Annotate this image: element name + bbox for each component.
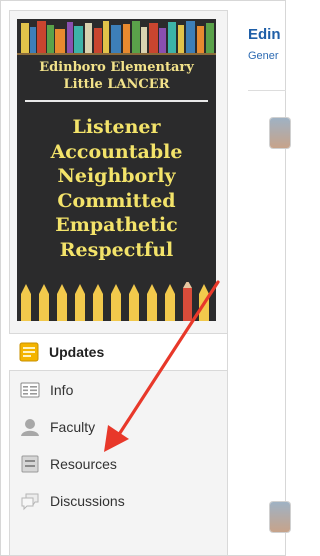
group-title-link[interactable]: Edin — [248, 26, 281, 43]
sidebar-item-discussions[interactable]: Discussions — [10, 482, 226, 519]
sidebar-item-label: Discussions — [50, 492, 125, 509]
sidebar-item-label: Resources — [50, 455, 117, 472]
sidebar-item-info[interactable]: Info — [10, 371, 226, 408]
poster-school-name: Edinboro Elementary Little LANCER — [17, 59, 216, 93]
sidebar-item-resources[interactable]: Resources — [10, 445, 226, 482]
post-author-avatar[interactable] — [270, 118, 290, 148]
post-author-avatar[interactable] — [270, 502, 290, 532]
poster-divider — [25, 100, 208, 102]
poster-value: Accountable — [50, 140, 183, 163]
resources-icon — [21, 455, 39, 472]
faculty-icon — [21, 418, 39, 436]
poster-value: Empathetic — [55, 214, 178, 236]
poster-value: Committed — [57, 189, 176, 212]
poster-school-line-2: Little LANCER — [63, 77, 170, 92]
group-subtitle: Gener — [248, 50, 279, 62]
sidebar-item-label: Faculty — [50, 418, 96, 435]
group-profile-poster: Edinboro Elementary Little LANCER Listen… — [17, 19, 216, 321]
discussions-icon — [21, 493, 39, 510]
sidebar-item-faculty[interactable]: Faculty — [10, 408, 226, 445]
poster-value: Neighborly — [57, 165, 176, 187]
sidebar-item-updates[interactable]: Updates — [9, 333, 227, 371]
poster-school-line-1: Edinboro Elementary — [39, 60, 194, 75]
sidebar-item-label: Updates — [49, 344, 105, 360]
sidebar-nav: Updates Info Faculty Resources Discussio… — [9, 333, 227, 519]
poster-values-list: Listener Accountable Neighborly Committe… — [17, 115, 216, 262]
content-divider — [248, 90, 286, 91]
bookshelf-graphic — [17, 19, 216, 55]
info-icon — [20, 382, 40, 397]
poster-value: Respectful — [59, 238, 174, 261]
sidebar-item-label: Info — [50, 381, 74, 398]
updates-icon — [19, 342, 39, 362]
poster-value: Listener — [72, 116, 161, 138]
pencils-graphic — [21, 282, 209, 321]
